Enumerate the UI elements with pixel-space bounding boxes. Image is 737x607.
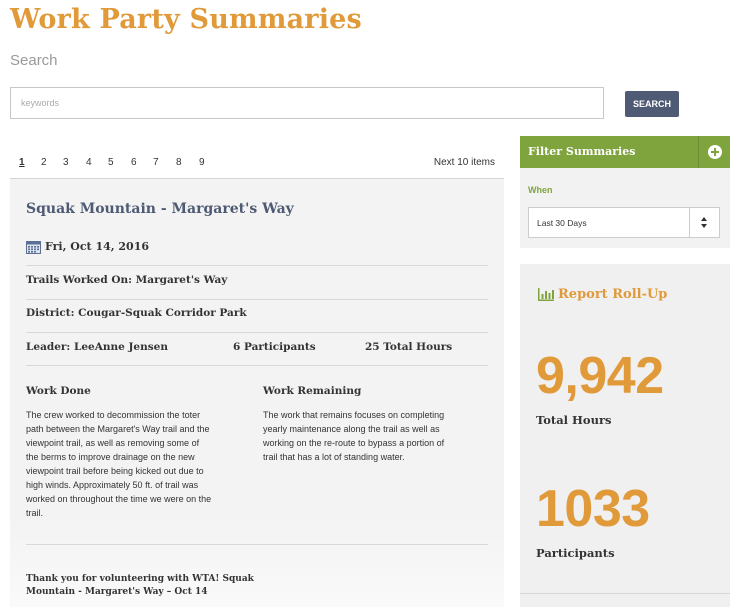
work-done-heading: Work Done [26, 385, 91, 397]
district: District: Cougar-Squak Corridor Park [26, 307, 247, 319]
page-link-7[interactable]: 7 [153, 157, 159, 168]
when-select[interactable]: Last 30 Days [528, 207, 720, 238]
page-link-1[interactable]: 1 [19, 157, 25, 168]
filter-title: Filter Summaries [528, 145, 636, 158]
thank-you-note: Thank you for volunteering with WTA! Squ… [26, 574, 254, 597]
summary-card: Squak Mountain - Margaret's Way Fri, Oct… [10, 179, 504, 607]
page-link-6[interactable]: 6 [131, 157, 137, 168]
report-rollup: Report Roll-Up 9,942 Total Hours 1033 Pa… [520, 264, 730, 607]
plus-circle-icon [708, 145, 722, 159]
rollup-title-text: Report Roll-Up [558, 287, 668, 302]
bar-chart-icon [538, 288, 554, 301]
page-link-9[interactable]: 9 [199, 157, 205, 168]
participants-count: 6 Participants [233, 341, 316, 353]
page-link-8[interactable]: 8 [176, 157, 182, 168]
search-label: Search [10, 52, 58, 69]
page-link-4[interactable]: 4 [86, 157, 92, 168]
total-hours-value: 9,942 [536, 347, 664, 405]
when-label: When [528, 185, 553, 195]
next-page-link[interactable]: Next 10 items [434, 157, 495, 168]
participants-label: Participants [536, 546, 615, 560]
work-remaining-text: The work that remains focuses on complet… [263, 410, 445, 462]
divider [26, 265, 488, 266]
divider [26, 332, 488, 333]
leader: Leader: LeeAnne Jensen [26, 341, 168, 353]
summary-date-text: Fri, Oct 14, 2016 [45, 240, 150, 253]
divider [26, 544, 488, 545]
page-title: Work Party Summaries [10, 4, 362, 35]
summary-title[interactable]: Squak Mountain - Margaret's Way [26, 201, 294, 217]
search-input[interactable] [10, 87, 604, 119]
pagination: 1 2 3 4 5 6 7 8 9 Next 10 items [10, 140, 504, 179]
work-remaining-heading: Work Remaining [263, 385, 362, 397]
calendar-icon [26, 241, 41, 254]
participants-value: 1033 [536, 480, 650, 538]
page-link-3[interactable]: 3 [63, 157, 69, 168]
divider [26, 365, 488, 366]
filter-panel: Filter Summaries When Last 30 Days [520, 136, 730, 248]
trails-worked: Trails Worked On: Margaret's Way [26, 274, 228, 286]
results-panel: 1 2 3 4 5 6 7 8 9 Next 10 items Squak Mo… [10, 140, 504, 607]
page-link-5[interactable]: 5 [108, 157, 114, 168]
divider [26, 299, 488, 300]
filter-header[interactable]: Filter Summaries [520, 136, 730, 168]
select-arrows-icon [689, 208, 719, 237]
total-hours: 25 Total Hours [365, 341, 453, 353]
total-hours-label: Total Hours [536, 413, 612, 427]
search-button[interactable]: SEARCH [625, 91, 679, 117]
when-select-value: Last 30 Days [537, 218, 587, 228]
expand-filter-button[interactable] [698, 136, 730, 168]
page-link-2[interactable]: 2 [41, 157, 47, 168]
work-done-text: The crew worked to decommission the tote… [26, 410, 212, 518]
divider [520, 593, 730, 594]
